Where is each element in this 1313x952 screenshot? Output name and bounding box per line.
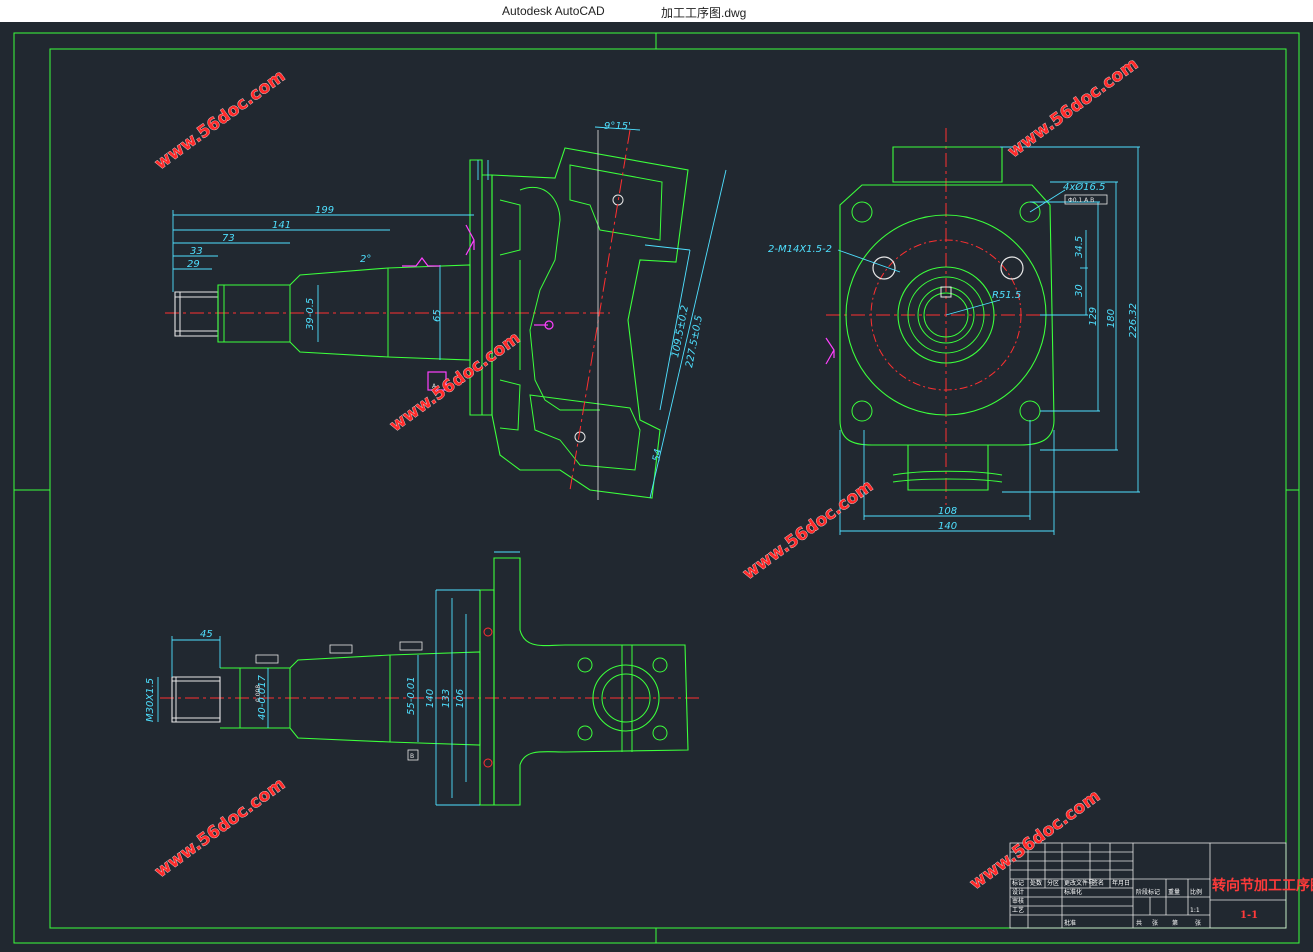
front-view [165, 126, 727, 500]
dim-m30: M30X1.5 [145, 678, 156, 722]
position-tolerance: Φ0.1 A B [1068, 197, 1094, 204]
dim-39: 39-0.5 [305, 298, 316, 330]
document-title: 加工工序图.dwg [661, 6, 747, 20]
tb-total: 共 [1136, 919, 1142, 927]
sheet-number: 1-1 [1240, 910, 1258, 921]
dim-55: 55-0.01 [406, 676, 417, 715]
tb-ratio: 比例 [1190, 888, 1202, 896]
dim-angle-2: 2° [360, 254, 371, 265]
tb-standard: 标准化 [1064, 888, 1082, 896]
dim-180: 180 [1106, 309, 1117, 328]
tb-date: 年月日 [1112, 879, 1130, 887]
dim-33: 33 [190, 246, 203, 257]
title-bar: Autodesk AutoCAD 加工工序图.dwg [0, 0, 1313, 22]
tb-sheets: 张 [1152, 919, 1158, 927]
front-view-dimensions: 199 141 73 33 29 2° 39-0.5 65 9°15' 109.… [187, 121, 705, 463]
dim-140: 140 [938, 521, 957, 532]
watermark-1: www.56doc.com [151, 66, 289, 174]
watermark-2: www.56doc.com [1004, 54, 1142, 162]
bottom-view [157, 551, 700, 806]
tb-sheet-no: 第 [1172, 919, 1178, 927]
datum-b: B [410, 753, 414, 760]
dim-30: 30 [1074, 284, 1085, 297]
dim-54: 54 [651, 448, 664, 463]
dim-angle-9-15: 9°15' [604, 121, 631, 132]
dim-199: 199 [315, 205, 334, 216]
dim-40-upper: 0.008 [255, 685, 262, 702]
dim-226-32: 226.32 [1128, 303, 1139, 338]
watermark-5: www.56doc.com [151, 774, 289, 882]
tb-sign: 签名 [1092, 879, 1104, 887]
tb-process: 工艺 [1012, 906, 1024, 914]
dim-108: 108 [938, 506, 957, 517]
dim-65: 65 [432, 309, 443, 322]
tb-sheet: 张 [1195, 919, 1201, 927]
tb-zone: 分区 [1047, 879, 1059, 887]
watermark-4: www.56doc.com [739, 476, 877, 584]
tb-weight: 重量 [1168, 888, 1180, 896]
app-title: Autodesk AutoCAD [502, 4, 605, 18]
dim-133: 133 [441, 689, 452, 708]
dim-73: 73 [222, 233, 235, 244]
tb-approve: 批准 [1064, 919, 1076, 927]
dim-45: 45 [200, 629, 213, 640]
dim-holes: 4xØ16.5 [1063, 181, 1105, 193]
drawing-frame [13, 32, 1300, 944]
title-block-text: 标记 处数 分区 更改文件号 签名 年月日 设计 标准化 阶段标记 重量 比例 … [1012, 877, 1313, 927]
drawing-svg[interactable]: 199 141 73 33 29 2° 39-0.5 65 9°15' 109.… [0, 22, 1313, 952]
dim-29: 29 [187, 259, 200, 270]
watermark-6: www.56doc.com [966, 786, 1104, 894]
watermark-3: www.56doc.com [386, 328, 524, 436]
dim-141: 141 [272, 220, 291, 231]
dim-106: 106 [455, 689, 466, 708]
drawing-name: 转向节加工工序图 [1212, 877, 1313, 894]
dim-thread-m14: 2-M14X1.5-2 [768, 244, 832, 255]
dim-r51-5: R51.5 [992, 290, 1021, 301]
tb-design: 设计 [1012, 888, 1024, 896]
tb-change: 更改文件号 [1064, 879, 1094, 887]
tb-mark: 标记 [1012, 879, 1024, 887]
tb-scale: 1:1 [1190, 907, 1200, 914]
dim-34-5: 34.5 [1074, 236, 1085, 258]
drawing-canvas[interactable]: 199 141 73 33 29 2° 39-0.5 65 9°15' 109.… [0, 22, 1313, 952]
tb-review: 审核 [1012, 897, 1024, 905]
dim-129: 129 [1088, 307, 1099, 326]
tb-count: 处数 [1030, 879, 1042, 887]
dim-140-b: 140 [425, 689, 436, 708]
tb-stage: 阶段标记 [1136, 888, 1160, 896]
